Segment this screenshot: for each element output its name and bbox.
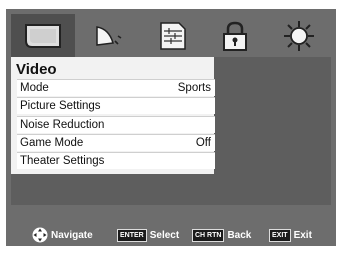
ch-rtn-key-icon: CH RTN [192,228,225,242]
exit-label: Exit [293,229,312,241]
category-tab-bar [11,14,331,57]
select-label: Select [149,229,180,241]
menu-title: Video [16,61,57,78]
back-hint: CH RTN Back [192,228,251,242]
speaker-icon [96,25,122,46]
menu-item-mode[interactable]: Mode Sports [17,79,215,96]
menu-item-picture-settings[interactable]: Picture Settings [17,97,215,114]
tab-audio[interactable] [75,14,139,57]
button-help-bar: Navigate ENTER Select CH RTN Back EXIT E… [11,227,331,243]
picture-icon [25,23,61,48]
menu-item-theater-settings[interactable]: Theater Settings [17,152,215,169]
navigate-label: Navigate [51,229,93,241]
settings-sliders-icon [160,21,186,50]
select-hint: ENTER Select [117,228,179,242]
tab-setup[interactable] [139,14,203,57]
tab-video[interactable] [11,14,75,57]
menu-item-game-mode[interactable]: Game Mode Off [17,134,215,151]
video-menu: Video Mode Sports Picture Settings Noise… [11,57,215,174]
menu-item-label: Picture Settings [20,100,101,112]
tv-menu-screen: Video Mode Sports Picture Settings Noise… [0,0,343,255]
tab-lock[interactable] [203,14,267,57]
tab-settings[interactable] [267,14,331,57]
menu-item-label: Noise Reduction [20,119,105,131]
menu-item-label: Game Mode [20,137,84,149]
menu-item-value: Sports [177,82,211,94]
menu-item-label: Theater Settings [20,155,105,167]
exit-hint: EXIT Exit [269,228,312,242]
enter-key-icon: ENTER [117,228,147,242]
navigate-hint: Navigate [32,227,93,243]
menu-item-noise-reduction[interactable]: Noise Reduction [17,116,215,133]
exit-key-icon: EXIT [269,228,291,242]
navigate-dpad-icon [32,227,48,243]
back-label: Back [227,229,252,241]
lock-icon [223,21,247,51]
menu-item-value: Off [195,137,211,149]
menu-item-label: Mode [20,82,49,94]
gear-icon [284,20,314,51]
